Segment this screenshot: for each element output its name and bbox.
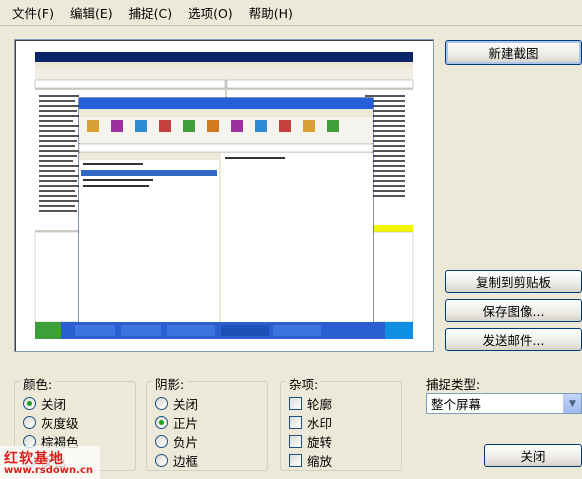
radio-icon [155,435,168,448]
misc-option-rotate[interactable]: 旋转 [289,432,332,451]
radio-icon [155,397,168,410]
menu-capture[interactable]: 捕捉(C) [121,1,180,24]
misc-group: 杂项: 轮廓 水印 旋转 缩放 [280,374,402,471]
color-option-grayscale[interactable]: 灰度级 [23,413,79,432]
misc-option-scale[interactable]: 缩放 [289,451,332,470]
watermark-url: www.rsdown.cn [4,465,93,476]
radio-icon [23,397,36,410]
send-email-button[interactable]: 发送邮件... [445,328,582,351]
menu-help[interactable]: 帮助(H) [241,1,301,24]
capture-type-select[interactable]: 整个屏幕 ▼ [426,393,582,414]
shadow-option-negative[interactable]: 负片 [155,432,198,451]
radio-icon [155,416,168,429]
shadow-group: 阴影: 关闭 正片 负片 边框 [146,374,268,471]
save-image-button[interactable]: 保存图像... [445,299,582,322]
color-group-title: 颜色: [20,374,56,393]
copy-to-clipboard-button[interactable]: 复制到剪贴板 [445,270,582,293]
chevron-down-icon[interactable]: ▼ [563,394,581,413]
checkbox-icon [289,416,302,429]
shadow-group-title: 阴影: [152,374,188,393]
misc-option-outline[interactable]: 轮廓 [289,394,332,413]
checkbox-icon [289,454,302,467]
shadow-option-border[interactable]: 边框 [155,451,198,470]
radio-icon [155,454,168,467]
new-capture-button[interactable]: 新建截图 [445,40,582,65]
checkbox-icon [289,435,302,448]
menu-bar: 文件(F) 编辑(E) 捕捉(C) 选项(O) 帮助(H) [0,0,582,26]
misc-group-title: 杂项: [286,374,322,393]
preview-image [34,52,414,339]
capture-type-label: 捕捉类型: [426,377,481,392]
menu-options[interactable]: 选项(O) [180,1,241,24]
shadow-option-off[interactable]: 关闭 [155,394,198,413]
capture-type-value: 整个屏幕 [431,397,482,412]
misc-option-watermark[interactable]: 水印 [289,413,332,432]
close-button[interactable]: 关闭 [484,444,582,467]
site-watermark: 红软基地 www.rsdown.cn [0,446,100,479]
color-option-off[interactable]: 关闭 [23,394,66,413]
menu-edit[interactable]: 编辑(E) [62,1,121,24]
shadow-option-positive[interactable]: 正片 [155,413,198,432]
menu-file[interactable]: 文件(F) [4,1,62,24]
checkbox-icon [289,397,302,410]
screenshot-preview [14,39,434,352]
radio-icon [23,416,36,429]
